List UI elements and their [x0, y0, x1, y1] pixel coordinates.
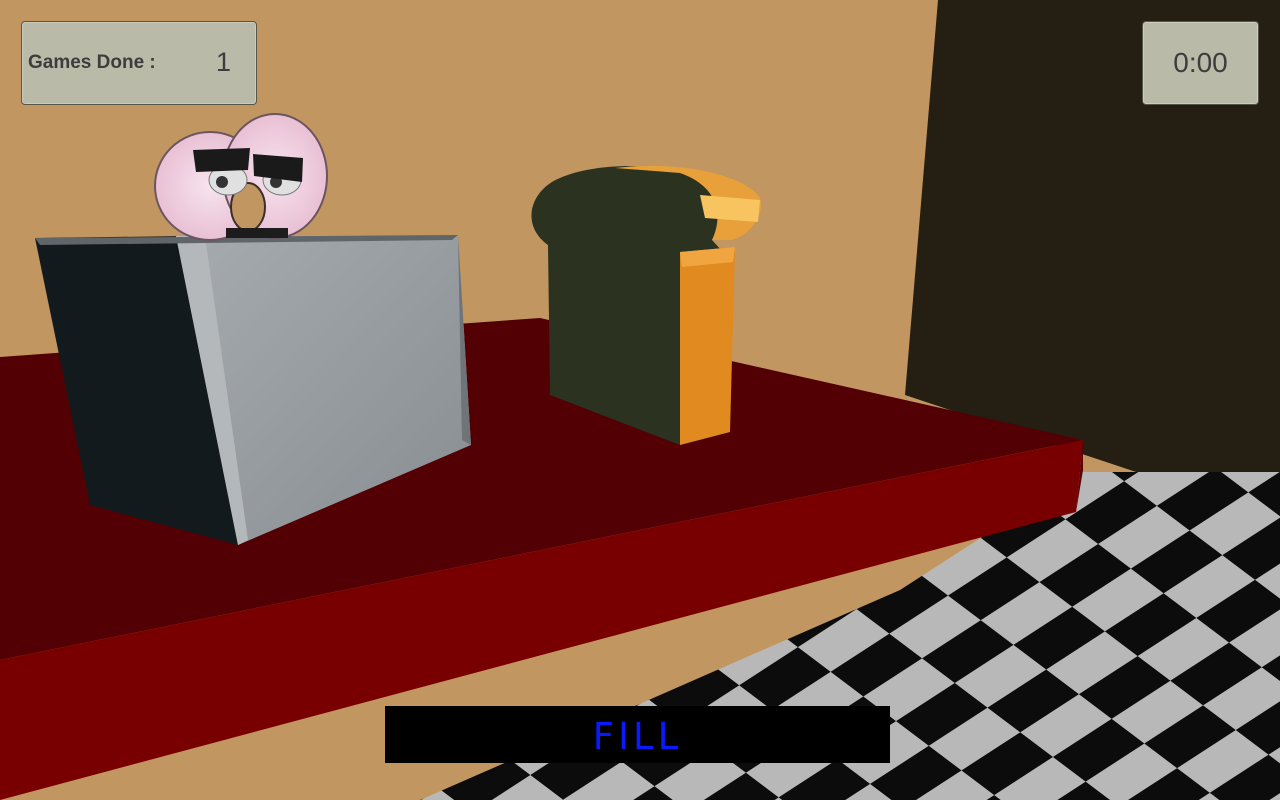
games-done-count: 1 [216, 47, 232, 77]
games-done-label: Games Done : [28, 52, 156, 73]
game-scene [0, 0, 1280, 800]
timer-display: 0:00 [1173, 47, 1228, 78]
games-done-panel: Games Done : 1 [21, 21, 257, 105]
fill-button[interactable]: FILL [385, 706, 890, 763]
timer-panel: 0:00 [1142, 21, 1259, 105]
fill-button-label: FILL [592, 715, 683, 758]
